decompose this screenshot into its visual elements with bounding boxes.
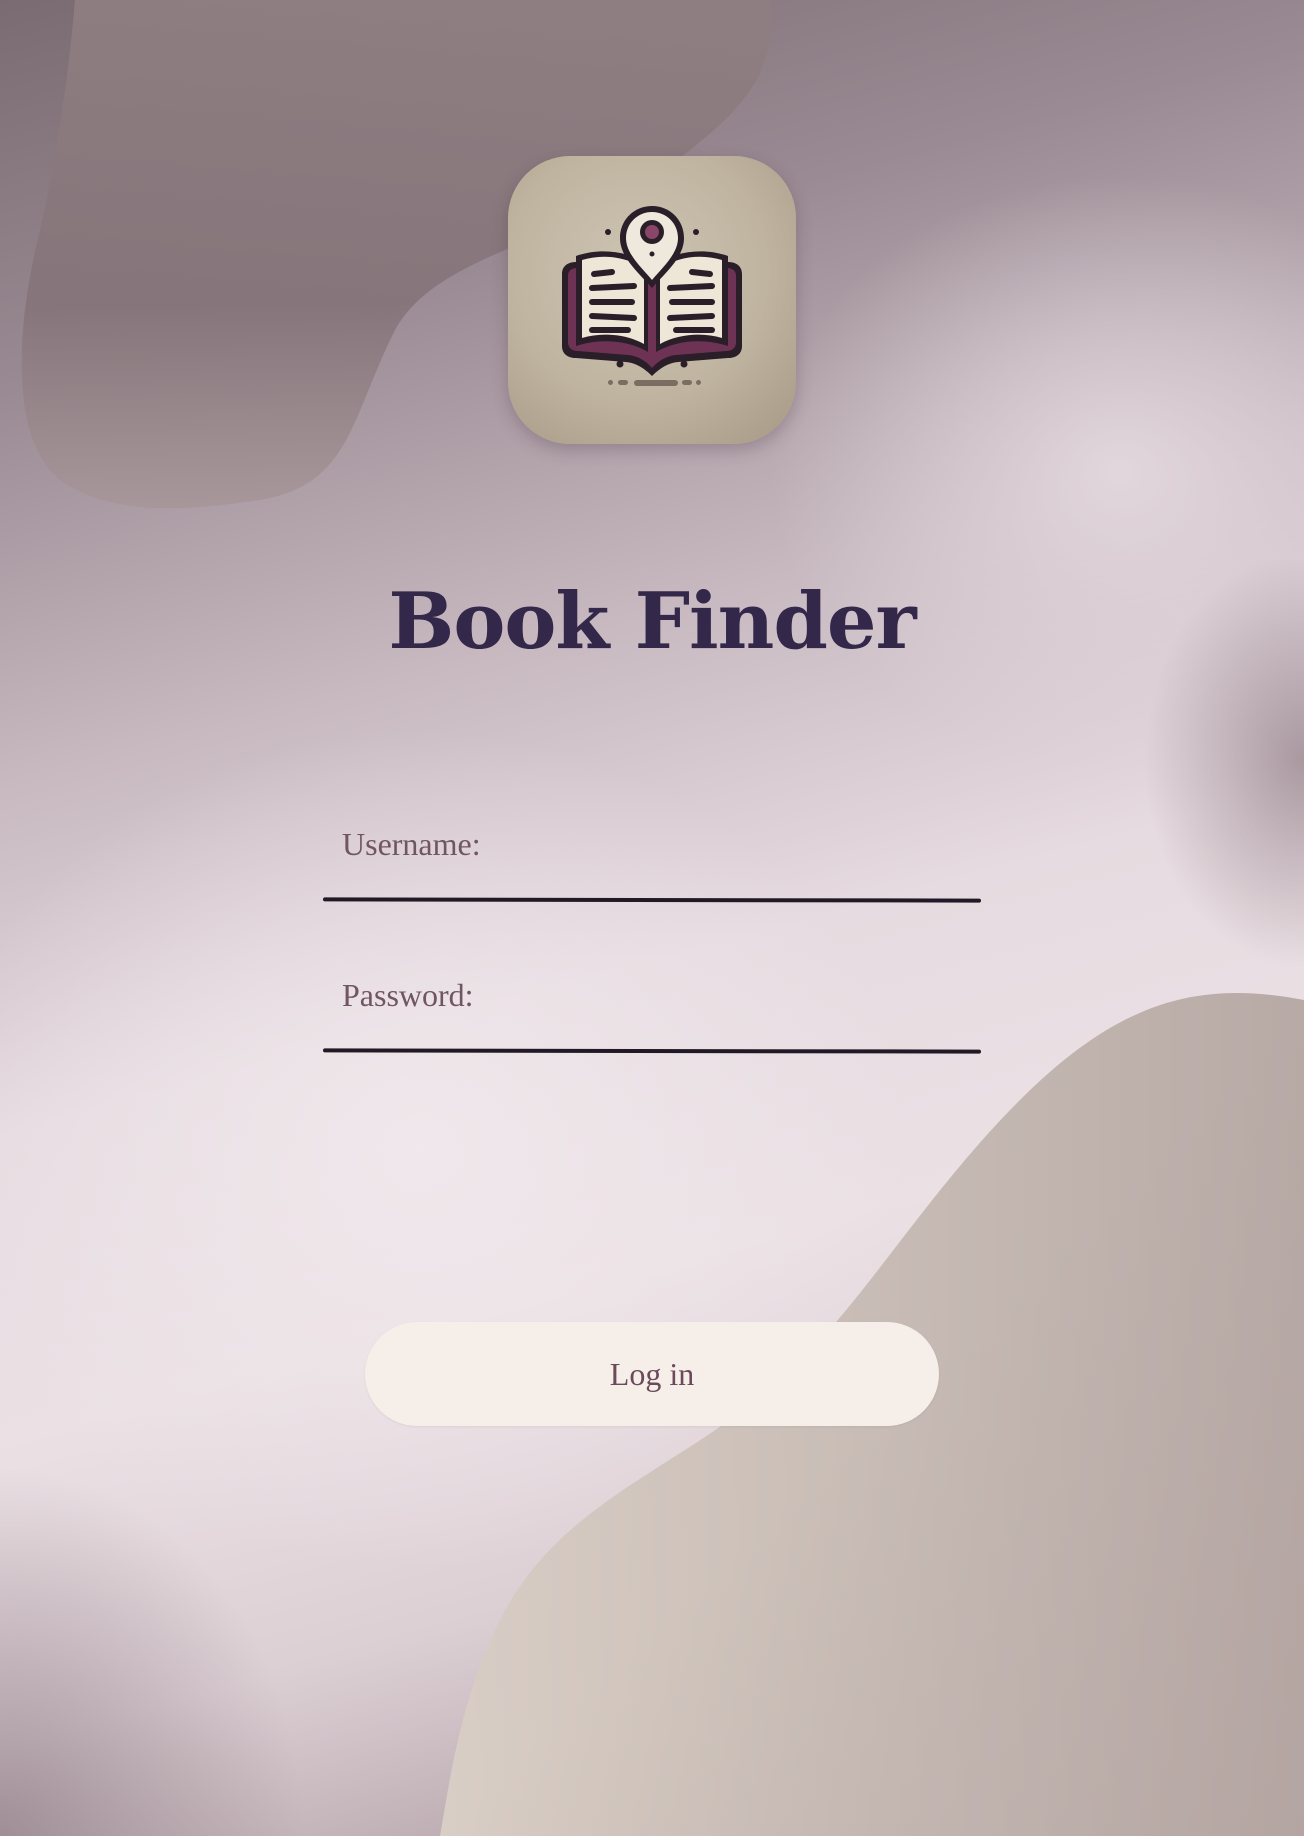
username-field[interactable]: Username:	[322, 804, 982, 904]
background-shade-left	[0, 1316, 420, 1836]
username-input[interactable]	[323, 804, 981, 900]
app-logo	[508, 156, 796, 444]
password-field[interactable]: Password:	[322, 955, 982, 1055]
app-title: Book Finder	[388, 576, 916, 667]
username-underline	[322, 897, 982, 903]
book-location-pin-icon	[562, 206, 742, 386]
login-button[interactable]: Log in	[365, 1322, 939, 1426]
password-underline	[322, 1048, 982, 1054]
password-input[interactable]	[323, 955, 981, 1051]
